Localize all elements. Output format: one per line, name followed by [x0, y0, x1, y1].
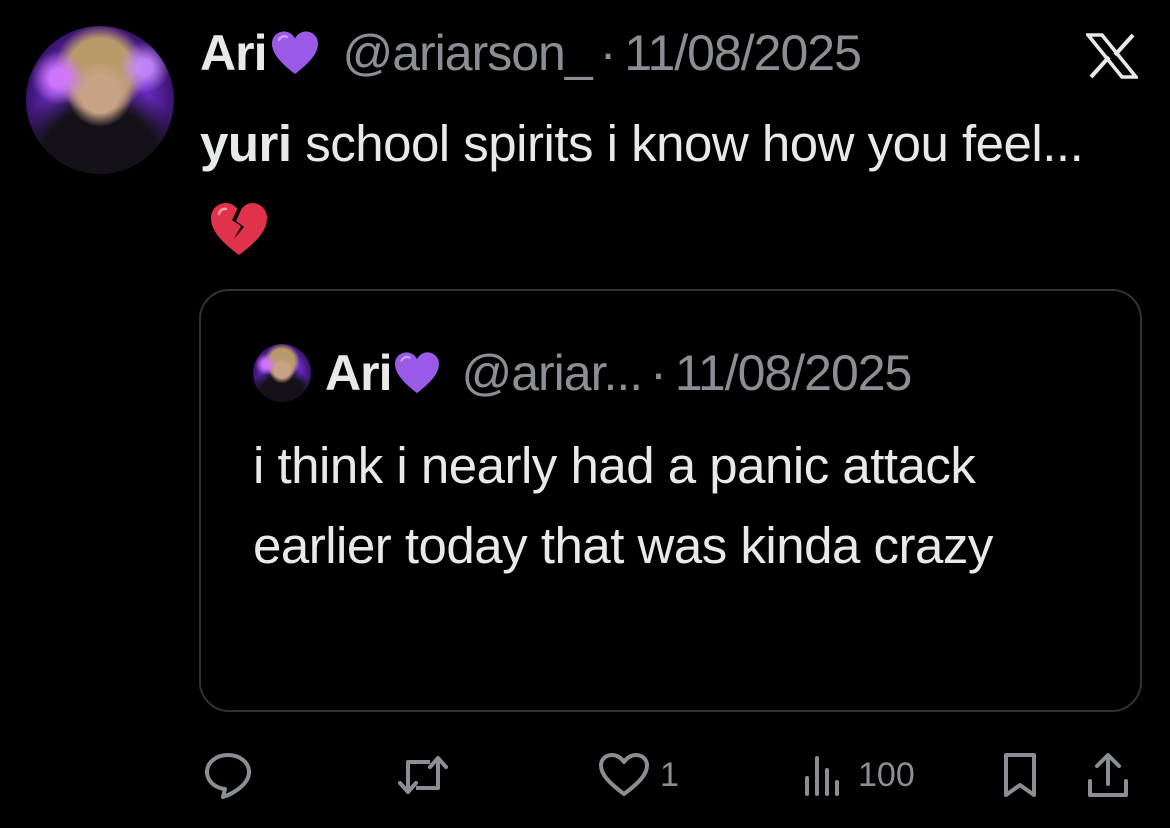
- like-button[interactable]: 1: [598, 748, 679, 802]
- author-name[interactable]: Ari: [200, 24, 267, 82]
- quoted-author-avatar: [253, 344, 311, 402]
- tweet-text-body: school spirits i know how you feel...: [291, 115, 1084, 172]
- author-avatar[interactable]: [26, 26, 174, 174]
- quoted-tweet-header: Ari @ariar... · 11/08/2025: [325, 340, 913, 406]
- retweet-icon: [398, 756, 448, 794]
- broken-heart-icon: [208, 201, 270, 257]
- tweet-text: yuri school spirits i know how you feel.…: [200, 102, 1150, 270]
- retweet-button[interactable]: [398, 748, 458, 802]
- tweet-date[interactable]: 11/08/2025: [624, 24, 862, 82]
- purple-heart-icon: [270, 30, 320, 76]
- heart-outline-icon: [599, 753, 649, 796]
- like-count: 1: [660, 755, 679, 794]
- share-button[interactable]: [1085, 748, 1131, 802]
- purple-heart-icon: [393, 351, 441, 395]
- separator-dot: ·: [650, 345, 667, 401]
- quoted-author-name: Ari: [325, 345, 392, 401]
- quoted-author-handle: @ariar...: [461, 345, 643, 401]
- bookmark-icon: [1004, 753, 1036, 797]
- quoted-tweet-text: i think i nearly had a panic attack earl…: [253, 437, 993, 574]
- separator-dot: ·: [599, 25, 617, 81]
- author-handle[interactable]: @ariarson_: [342, 24, 592, 82]
- reply-icon: [205, 753, 251, 799]
- tweet-text-bold: yuri: [200, 115, 292, 172]
- action-bar: 1 100: [0, 740, 1170, 810]
- tweet-header: Ari @ariarson_ · 11/08/2025: [200, 20, 862, 86]
- x-logo-icon: [1086, 33, 1138, 79]
- bookmark-button[interactable]: [1000, 748, 1040, 802]
- views-count: 100: [858, 755, 915, 794]
- views-button[interactable]: 100: [802, 748, 915, 802]
- reply-button[interactable]: [203, 748, 263, 802]
- share-icon: [1088, 753, 1128, 797]
- quoted-tweet-date: 11/08/2025: [674, 345, 913, 401]
- views-icon: [805, 756, 839, 796]
